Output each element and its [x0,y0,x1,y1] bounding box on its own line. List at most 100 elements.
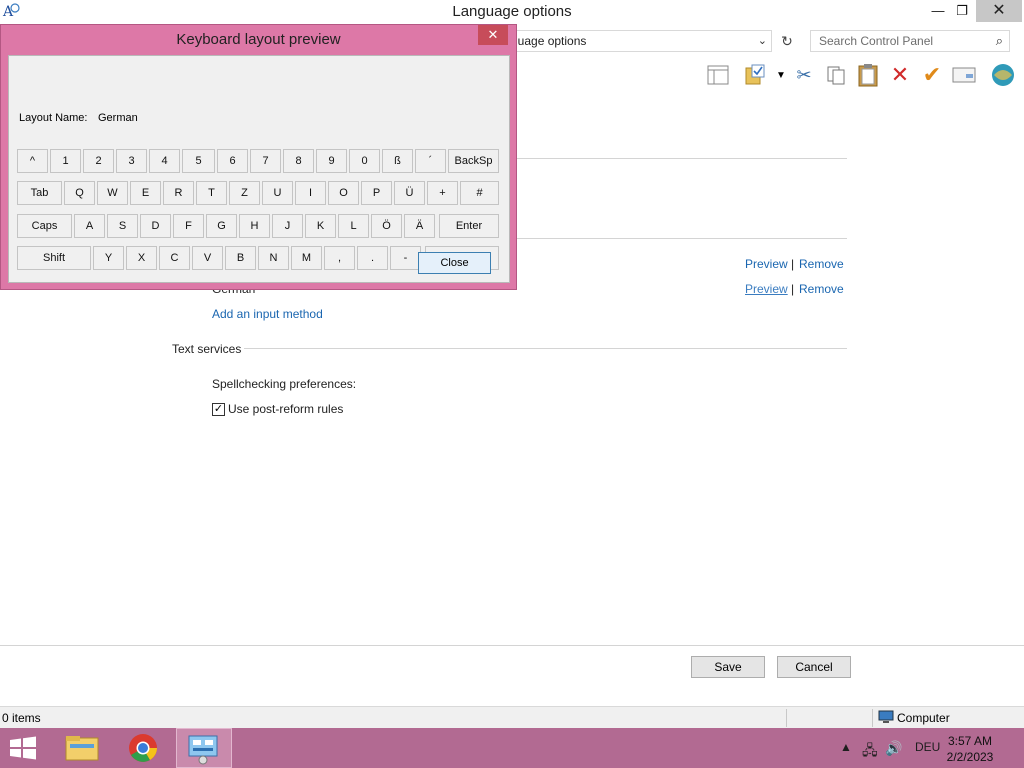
cut-icon[interactable]: ✂ [791,62,817,88]
key[interactable]: I [295,181,326,205]
computer-label: Computer [897,711,950,725]
folder-check-icon[interactable] [743,62,769,88]
computer-icon [878,710,894,723]
save-button[interactable]: Save [691,656,765,678]
key[interactable]: O [328,181,359,205]
status-divider [786,709,787,727]
key[interactable]: G [206,214,237,238]
windows-start-icon[interactable] [8,736,38,760]
key[interactable]: F [173,214,204,238]
delete-icon[interactable]: ✕ [887,62,913,88]
control-panel-taskbar-button[interactable] [176,728,232,768]
key[interactable]: Q [64,181,95,205]
key[interactable]: , [324,246,355,270]
window-titlebar: A Language options — ❐ ✕ [0,0,1024,24]
key[interactable]: ^ [17,149,48,173]
layout-pane-icon[interactable] [705,62,731,88]
key[interactable]: 3 [116,149,147,173]
remove-link-german[interactable]: Remove [799,282,844,296]
key[interactable]: A [74,214,105,238]
add-input-method-link[interactable]: Add an input method [212,307,323,321]
post-reform-checkbox[interactable]: ✓ [212,403,225,416]
key[interactable]: Ö [371,214,402,238]
key[interactable]: # [460,181,499,205]
key[interactable]: Ä [404,214,435,238]
key[interactable]: 9 [316,149,347,173]
tab-key[interactable]: Tab [17,181,62,205]
file-explorer-taskbar-button[interactable] [54,728,110,768]
status-bar: 0 items Computer [0,706,1024,728]
key[interactable]: 1 [50,149,81,173]
restore-button[interactable]: ❐ [948,0,976,22]
search-icon[interactable]: ⌕ [996,33,1003,49]
layout-name-label: Layout Name: [19,112,88,124]
dialog-close-button[interactable]: Close [418,252,491,274]
chevron-down-icon[interactable]: ⌄ [758,34,767,47]
key[interactable]: K [305,214,336,238]
caps-lock-key[interactable]: Caps [17,214,72,238]
key[interactable]: 6 [217,149,248,173]
show-hidden-icons-icon[interactable]: ▲ [840,740,852,754]
key[interactable]: W [97,181,128,205]
globe-icon[interactable] [990,62,1016,88]
toolbar: ▼ ✂ ✕ ✔ [500,58,1024,92]
key[interactable]: 2 [83,149,114,173]
key[interactable]: ´ [415,149,446,173]
key[interactable]: Z [229,181,260,205]
key[interactable]: . [357,246,388,270]
key[interactable]: M [291,246,322,270]
key[interactable]: N [258,246,289,270]
preview-link[interactable]: Preview [745,257,788,271]
properties-icon[interactable] [951,62,977,88]
key[interactable]: 5 [182,149,215,173]
volume-icon[interactable]: 🔊 [885,740,902,757]
network-icon[interactable]: 🖧 [862,740,878,764]
backspace-key[interactable]: BackSp [448,149,499,173]
search-input[interactable]: Search Control Panel ⌕ [810,30,1010,52]
refresh-icon[interactable]: ↻ [776,30,798,52]
key[interactable]: X [126,246,157,270]
key[interactable]: Ü [394,181,425,205]
post-reform-label: Use post-reform rules [228,402,344,416]
key[interactable]: H [239,214,270,238]
language-indicator[interactable]: DEU [915,740,940,754]
key[interactable]: S [107,214,138,238]
key[interactable]: V [192,246,223,270]
enter-key[interactable]: Enter [439,214,499,238]
key[interactable]: E [130,181,161,205]
key[interactable]: Y [93,246,124,270]
item-count: 0 items [2,711,41,725]
paste-icon[interactable] [855,62,881,88]
key[interactable]: ß [382,149,413,173]
key[interactable]: L [338,214,369,238]
remove-link[interactable]: Remove [799,257,844,271]
key[interactable]: U [262,181,293,205]
key[interactable]: 7 [250,149,281,173]
key[interactable]: 8 [283,149,314,173]
search-placeholder: Search Control Panel [819,34,934,48]
key[interactable]: B [225,246,256,270]
key[interactable]: + [427,181,458,205]
key[interactable]: - [390,246,421,270]
cancel-button[interactable]: Cancel [777,656,851,678]
clock[interactable]: 3:57 AM 2/2/2023 [940,733,1000,765]
close-window-button[interactable]: ✕ [976,0,1022,22]
clock-time: 3:57 AM [947,734,993,748]
left-shift-key[interactable]: Shift [17,246,91,270]
copy-icon[interactable] [823,62,849,88]
key[interactable]: J [272,214,303,238]
key[interactable]: 0 [349,149,380,173]
chrome-taskbar-button[interactable] [115,728,171,768]
dialog-close-icon[interactable]: ✕ [478,25,508,45]
section-divider [244,348,847,349]
address-bar[interactable]: guage options ⌄ [500,30,772,52]
key[interactable]: P [361,181,392,205]
apply-check-icon[interactable]: ✔ [919,62,945,88]
key[interactable]: T [196,181,227,205]
key[interactable]: D [140,214,171,238]
key[interactable]: R [163,181,194,205]
text-services-heading: Text services [172,342,242,356]
key[interactable]: C [159,246,190,270]
key[interactable]: 4 [149,149,180,173]
preview-link-german[interactable]: Preview [745,282,788,296]
